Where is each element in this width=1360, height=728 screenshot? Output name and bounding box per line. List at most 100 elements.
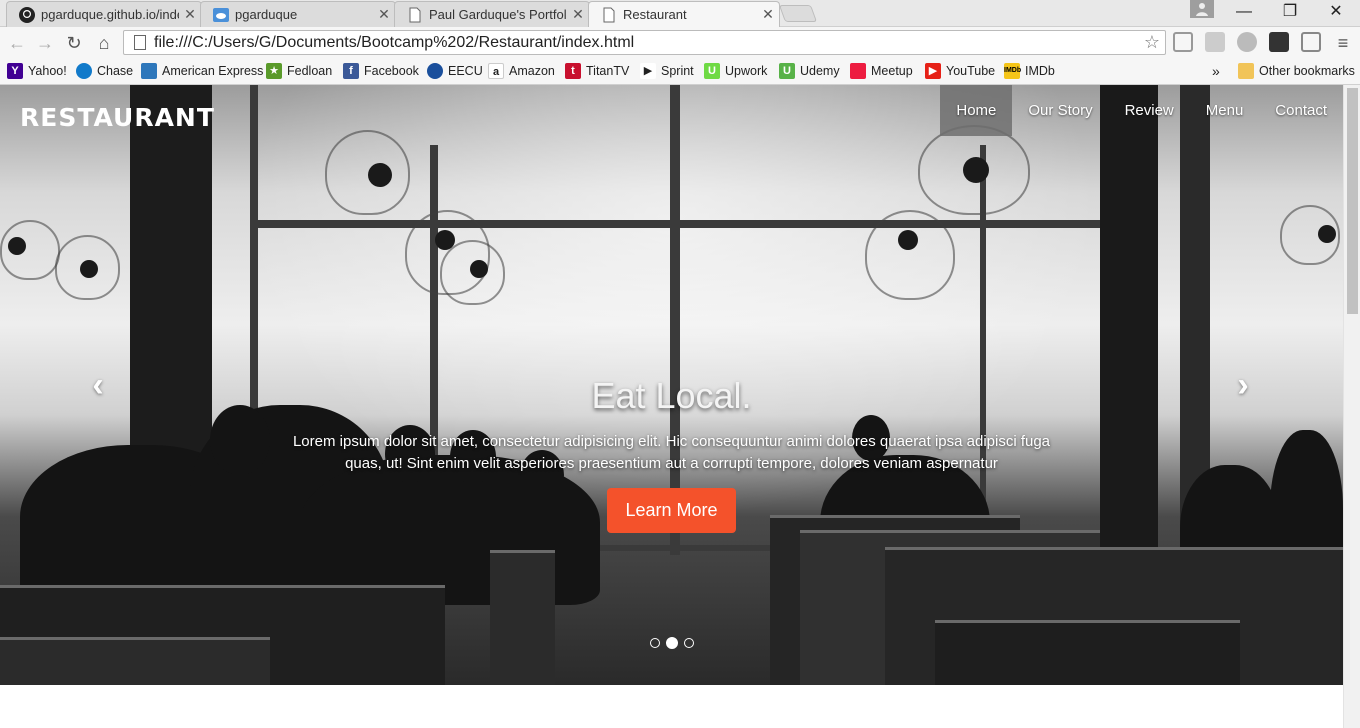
url-text[interactable]: file:///C:/Users/G/Documents/Bootcamp%20… xyxy=(154,34,1139,52)
bookmark-label: American Express xyxy=(162,64,264,78)
upwork-icon: U xyxy=(704,63,720,79)
close-window-button[interactable]: ✕ xyxy=(1313,0,1359,26)
bookmark-fedloan[interactable]: ★ Fedloan xyxy=(266,62,332,80)
reload-button[interactable]: ↻ xyxy=(62,31,86,55)
carousel-prev-chevron-icon[interactable]: ‹ xyxy=(83,368,113,404)
bookmark-imdb[interactable]: IMDb IMDb xyxy=(1004,62,1055,80)
bookmark-label: Fedloan xyxy=(287,64,333,78)
gear-extension-icon[interactable] xyxy=(1205,32,1225,52)
photo-lamp xyxy=(963,157,989,183)
site-logo[interactable]: RESTAURANT xyxy=(20,103,215,132)
profile-icon[interactable] xyxy=(1190,0,1214,18)
eecu-icon xyxy=(427,63,443,79)
browser-tab-restaurant[interactable]: Restaurant ✕ xyxy=(588,1,780,27)
bookmark-chase[interactable]: Chase xyxy=(76,62,133,80)
photo-lamp xyxy=(898,230,918,250)
browser-tab-pgarduque[interactable]: pgarduque ✕ xyxy=(200,1,396,27)
titantv-icon: t xyxy=(565,63,581,79)
photo-lamp xyxy=(470,260,488,278)
bookmark-label: Chase xyxy=(97,64,134,78)
photo-table xyxy=(935,620,1240,685)
nav-menu[interactable]: Menu xyxy=(1190,85,1260,136)
carousel-indicator-1[interactable] xyxy=(650,638,660,648)
learn-more-button[interactable]: Learn More xyxy=(607,488,736,533)
bookmark-label: Udemy xyxy=(800,64,840,78)
restore-button[interactable]: ❐ xyxy=(1267,0,1313,26)
scrollbar-thumb[interactable] xyxy=(1347,88,1358,314)
page-icon xyxy=(601,7,617,23)
forward-button[interactable]: → xyxy=(33,31,57,55)
close-icon[interactable]: ✕ xyxy=(373,6,395,23)
carousel-indicator-3[interactable] xyxy=(684,638,694,648)
more-extension-icon[interactable] xyxy=(1269,32,1289,52)
other-bookmarks[interactable]: Other bookmarks xyxy=(1238,62,1355,80)
bookmark-amazon[interactable]: a Amazon xyxy=(488,62,555,80)
page-scrollbar[interactable] xyxy=(1343,85,1360,728)
photo-lamp xyxy=(368,163,392,187)
minimize-button[interactable]: — xyxy=(1221,0,1267,26)
skype-icon[interactable] xyxy=(1237,32,1257,52)
nav-contact[interactable]: Contact xyxy=(1259,85,1343,136)
home-button[interactable]: ⌂ xyxy=(92,31,116,55)
bookmark-label: TitanTV xyxy=(586,64,630,78)
photo-lamp xyxy=(865,210,955,300)
bookmarks-overflow-button[interactable]: » xyxy=(1212,62,1220,80)
bookmark-udemy[interactable]: U Udemy xyxy=(779,62,840,80)
more-glyph: » xyxy=(1212,63,1220,79)
cube-extension-icon[interactable] xyxy=(1173,32,1193,52)
photo-table xyxy=(490,550,555,685)
bookmark-american-express[interactable]: American Express xyxy=(141,62,263,80)
browser-tab-github[interactable]: pgarduque.github.io/inde ✕ xyxy=(6,1,202,27)
chase-icon xyxy=(76,63,92,79)
amazon-icon: a xyxy=(488,63,504,79)
amex-icon xyxy=(141,63,157,79)
nav-our-story[interactable]: Our Story xyxy=(1012,85,1108,136)
tab-title: pgarduque.github.io/inde xyxy=(41,7,179,22)
nav-review[interactable]: Review xyxy=(1109,85,1190,136)
back-button[interactable]: ← xyxy=(5,31,29,55)
bookmark-label: Upwork xyxy=(725,64,768,78)
bookmark-titantv[interactable]: t TitanTV xyxy=(565,62,629,80)
nav-home[interactable]: Home xyxy=(940,85,1013,136)
sprint-icon: ▶ xyxy=(640,63,656,79)
bookmark-upwork[interactable]: U Upwork xyxy=(704,62,767,80)
bookmark-label: YouTube xyxy=(946,64,996,78)
bookmark-star-icon[interactable]: ☆ xyxy=(1139,32,1165,53)
address-bar[interactable]: file:///C:/Users/G/Documents/Bootcamp%20… xyxy=(123,30,1166,55)
photo-lamp xyxy=(8,237,26,255)
close-icon[interactable]: ✕ xyxy=(757,6,779,23)
meetup-icon xyxy=(850,63,866,79)
bookmark-eecu[interactable]: EECU xyxy=(427,62,483,80)
youtube-icon: ▶ xyxy=(925,63,941,79)
site-nav: Home Our Story Review Menu Contact xyxy=(940,85,1343,136)
carousel-indicators xyxy=(650,637,694,649)
new-tab-button[interactable] xyxy=(778,5,818,22)
photo-lamp xyxy=(1318,225,1336,243)
bookmark-label: Yahoo! xyxy=(28,64,67,78)
toolbar: ← → ↻ ⌂ file:///C:/Users/G/Documents/Boo… xyxy=(0,27,1360,58)
tab-title: Paul Garduque's Portfolio xyxy=(429,7,567,22)
facebook-icon: f xyxy=(343,63,359,79)
close-icon[interactable]: ✕ xyxy=(179,6,201,23)
menu-icon[interactable]: ≡ xyxy=(1331,31,1355,55)
folder-icon xyxy=(1238,63,1254,79)
carousel-next-chevron-icon[interactable]: › xyxy=(1228,368,1258,404)
bookmark-label: IMDb xyxy=(1025,64,1055,78)
bookmark-youtube[interactable]: ▶ YouTube xyxy=(925,62,995,80)
bookmark-sprint[interactable]: ▶ Sprint xyxy=(640,62,694,80)
photo-lamp xyxy=(80,260,98,278)
bookmark-yahoo[interactable]: Y Yahoo! xyxy=(7,62,67,80)
cloud-icon xyxy=(213,7,229,23)
bookmark-label: Meetup xyxy=(871,64,913,78)
browser-tab-portfolio[interactable]: Paul Garduque's Portfolio ✕ xyxy=(394,1,590,27)
bookmark-meetup[interactable]: Meetup xyxy=(850,62,913,80)
close-icon[interactable]: ✕ xyxy=(567,6,589,23)
bookmark-label: Facebook xyxy=(364,64,419,78)
page-capture-icon[interactable] xyxy=(1301,32,1321,52)
hero-carousel: RESTAURANT Home Our Story Review Menu Co… xyxy=(0,85,1343,685)
tab-title: pgarduque xyxy=(235,7,298,22)
bookmark-facebook[interactable]: f Facebook xyxy=(343,62,419,80)
bookmarks-bar: Y Yahoo! Chase American Express ★ Fedloan … xyxy=(0,58,1360,85)
carousel-indicator-2[interactable] xyxy=(666,637,678,649)
udemy-icon: U xyxy=(779,63,795,79)
